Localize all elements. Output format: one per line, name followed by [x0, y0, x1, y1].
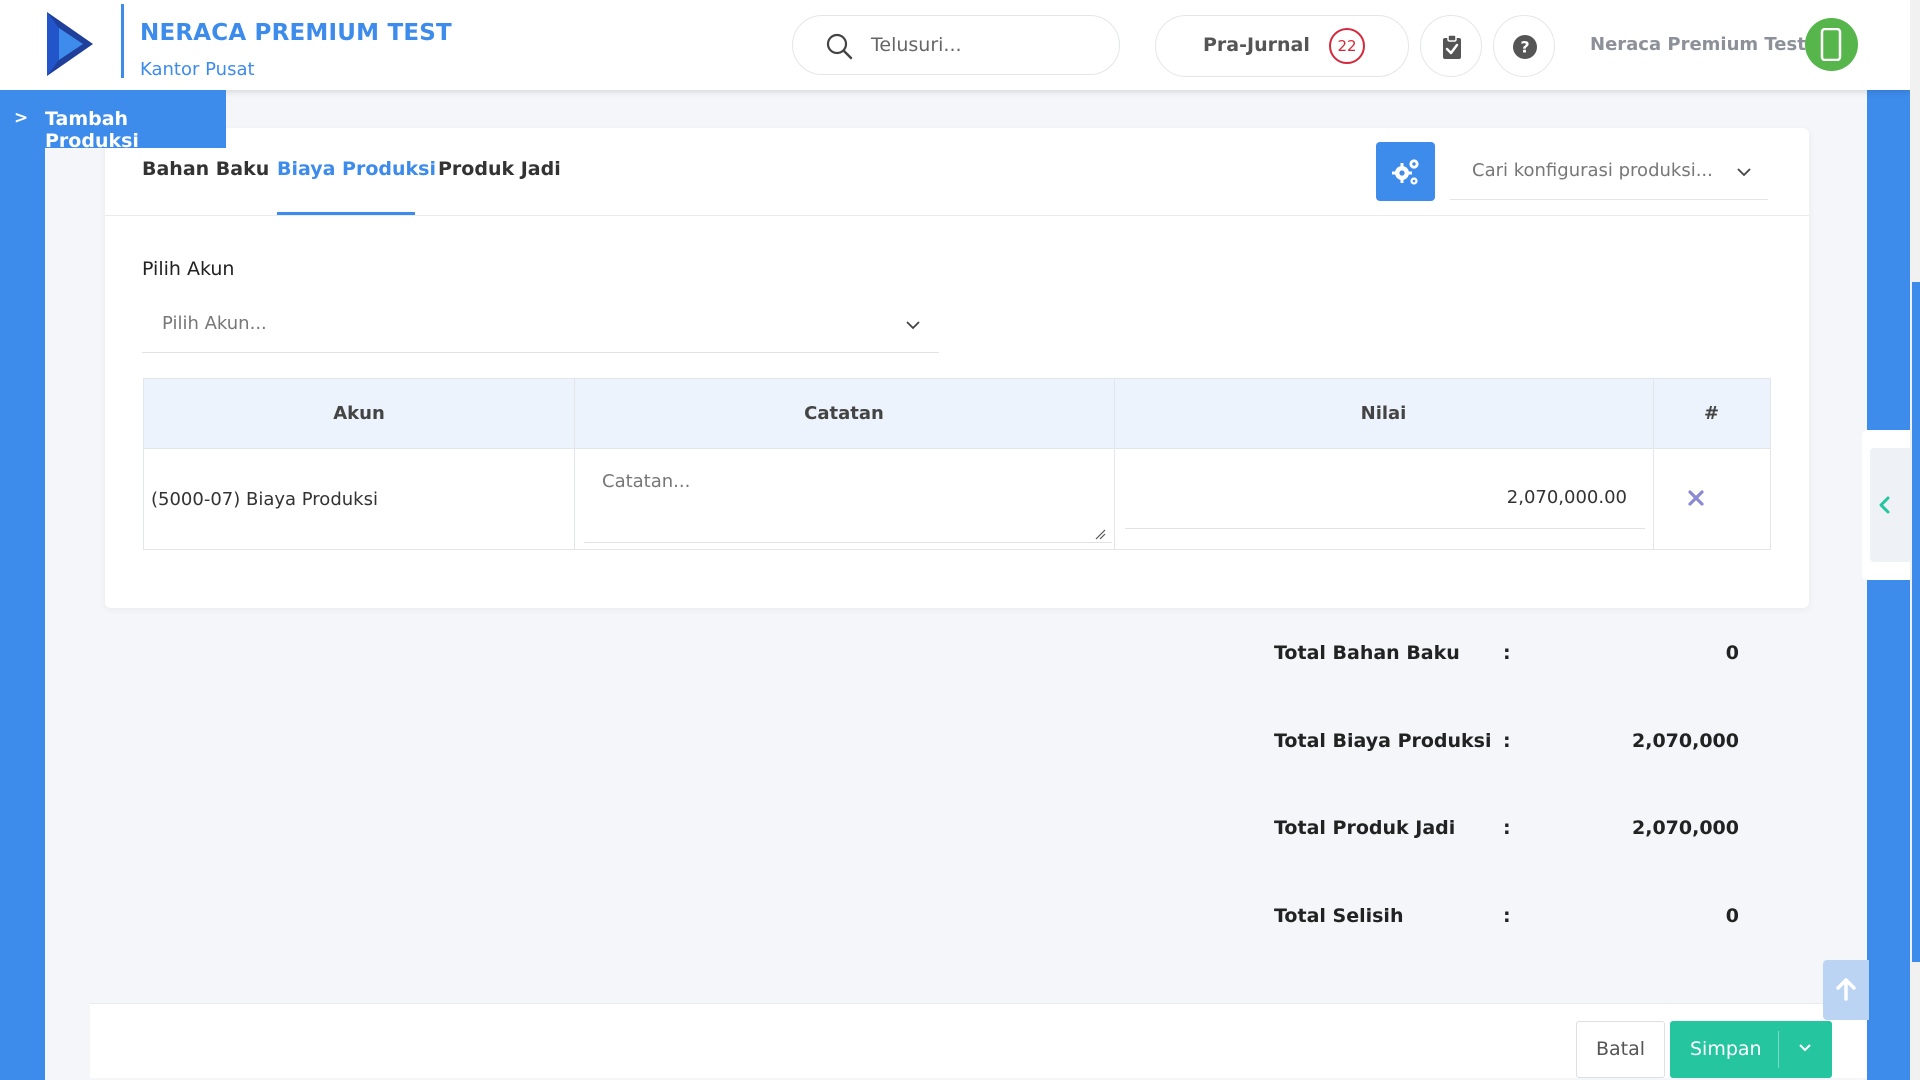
production-card: Bahan Baku Biaya Produksi Produk Jadi Ca… — [105, 128, 1809, 608]
total-colon: : — [1503, 642, 1511, 664]
tab-bar: Bahan Baku Biaya Produksi Produk Jadi Ca… — [105, 128, 1809, 216]
resize-handle-icon[interactable] — [1094, 528, 1106, 540]
prajurnal-button[interactable]: Pra-Jurnal 22 — [1155, 15, 1409, 77]
chevron-left-icon — [1879, 496, 1890, 514]
col-header-catatan: Catatan — [804, 403, 884, 424]
clipboard-check-icon — [1443, 34, 1461, 59]
chevron-right-icon: > — [14, 108, 29, 128]
arrow-up-icon — [1836, 978, 1856, 1001]
brand-logo-icon[interactable] — [47, 12, 99, 76]
save-button-label: Simpan — [1690, 1038, 1762, 1060]
cancel-button[interactable]: Batal — [1576, 1021, 1665, 1078]
total-colon: : — [1503, 905, 1511, 927]
tab-produk-jadi[interactable]: Produk Jadi — [438, 158, 561, 180]
mobile-phone-icon — [1820, 28, 1842, 61]
biaya-table: Akun Catatan Nilai # (5000-07) Biaya Pro… — [143, 378, 1771, 550]
column-divider — [574, 379, 575, 549]
total-value: 2,070,000 — [1632, 730, 1739, 752]
page-title-tag[interactable]: > Tambah Produksi — [0, 90, 226, 152]
total-label: Total Biaya Produksi — [1274, 730, 1492, 752]
top-navbar: NERACA PREMIUM TEST Kantor Pusat Telusur… — [0, 0, 1910, 90]
page-title: Tambah Produksi — [45, 108, 139, 152]
scrollbar[interactable] — [1912, 282, 1920, 962]
gears-icon — [1392, 159, 1419, 185]
tab-bahan-baku[interactable]: Bahan Baku — [142, 158, 269, 180]
search-input[interactable]: Telusuri... — [871, 34, 962, 56]
side-panel-toggle[interactable] — [1862, 430, 1910, 580]
pilih-akun-label: Pilih Akun — [142, 258, 235, 280]
tab-biaya-produksi[interactable]: Biaya Produksi — [277, 158, 436, 180]
avatar[interactable] — [1805, 18, 1858, 71]
form-footer: Batal Simpan — [90, 1003, 1867, 1078]
nilai-value: 2,070,000.00 — [1506, 487, 1627, 508]
brand-divider — [121, 4, 124, 78]
chevron-down-icon — [906, 321, 920, 330]
config-search-placeholder: Cari konfigurasi produksi... — [1472, 160, 1713, 181]
config-search-select[interactable]: Cari konfigurasi produksi... — [1450, 144, 1768, 200]
total-label: Total Bahan Baku — [1274, 642, 1460, 664]
col-header-akun: Akun — [333, 403, 385, 424]
side-panel-toggle-bg — [1870, 448, 1910, 562]
prajurnal-count-badge: 22 — [1329, 28, 1365, 64]
catatan-textarea[interactable]: Catatan... — [584, 451, 1112, 543]
prajurnal-label: Pra-Jurnal — [1203, 34, 1310, 56]
scroll-to-top-button[interactable] — [1823, 960, 1869, 1020]
pilih-akun-select[interactable]: Pilih Akun... — [142, 293, 939, 353]
tasks-button[interactable] — [1420, 15, 1482, 77]
col-header-action: # — [1703, 403, 1720, 424]
config-settings-button[interactable] — [1376, 142, 1435, 201]
button-divider — [1778, 1031, 1779, 1068]
total-colon: : — [1503, 817, 1511, 839]
total-label: Total Produk Jadi — [1274, 817, 1456, 839]
table-header: Akun Catatan Nilai # — [144, 379, 1770, 449]
branch-name: Kantor Pusat — [140, 59, 255, 80]
user-name[interactable]: Neraca Premium Test — [1590, 34, 1806, 55]
main-content: Bahan Baku Biaya Produksi Produk Jadi Ca… — [45, 90, 1867, 1080]
svg-text:?: ? — [1520, 38, 1529, 57]
question-circle-icon: ? — [1513, 35, 1537, 59]
total-value: 0 — [1725, 642, 1739, 664]
pilih-akun-placeholder: Pilih Akun... — [162, 313, 267, 334]
company-title: NERACA PREMIUM TEST — [140, 20, 452, 46]
global-search[interactable]: Telusuri... — [792, 15, 1120, 75]
chevron-down-icon[interactable] — [1798, 1043, 1812, 1052]
total-value: 0 — [1725, 905, 1739, 927]
help-button[interactable]: ? — [1493, 15, 1555, 77]
save-button[interactable]: Simpan — [1670, 1021, 1832, 1078]
chevron-down-icon — [1737, 168, 1751, 177]
column-divider — [1653, 379, 1654, 549]
total-colon: : — [1503, 730, 1511, 752]
catatan-placeholder: Catatan... — [602, 471, 691, 492]
nilai-input[interactable]: 2,070,000.00 — [1125, 451, 1645, 529]
column-divider — [1114, 379, 1115, 549]
total-value: 2,070,000 — [1632, 817, 1739, 839]
total-label: Total Selisih — [1274, 905, 1404, 927]
col-header-nilai: Nilai — [1360, 403, 1407, 424]
row-akun: (5000-07) Biaya Produksi — [151, 489, 378, 510]
close-icon[interactable] — [1687, 489, 1705, 507]
active-tab-indicator — [277, 212, 415, 215]
search-icon — [826, 33, 853, 60]
